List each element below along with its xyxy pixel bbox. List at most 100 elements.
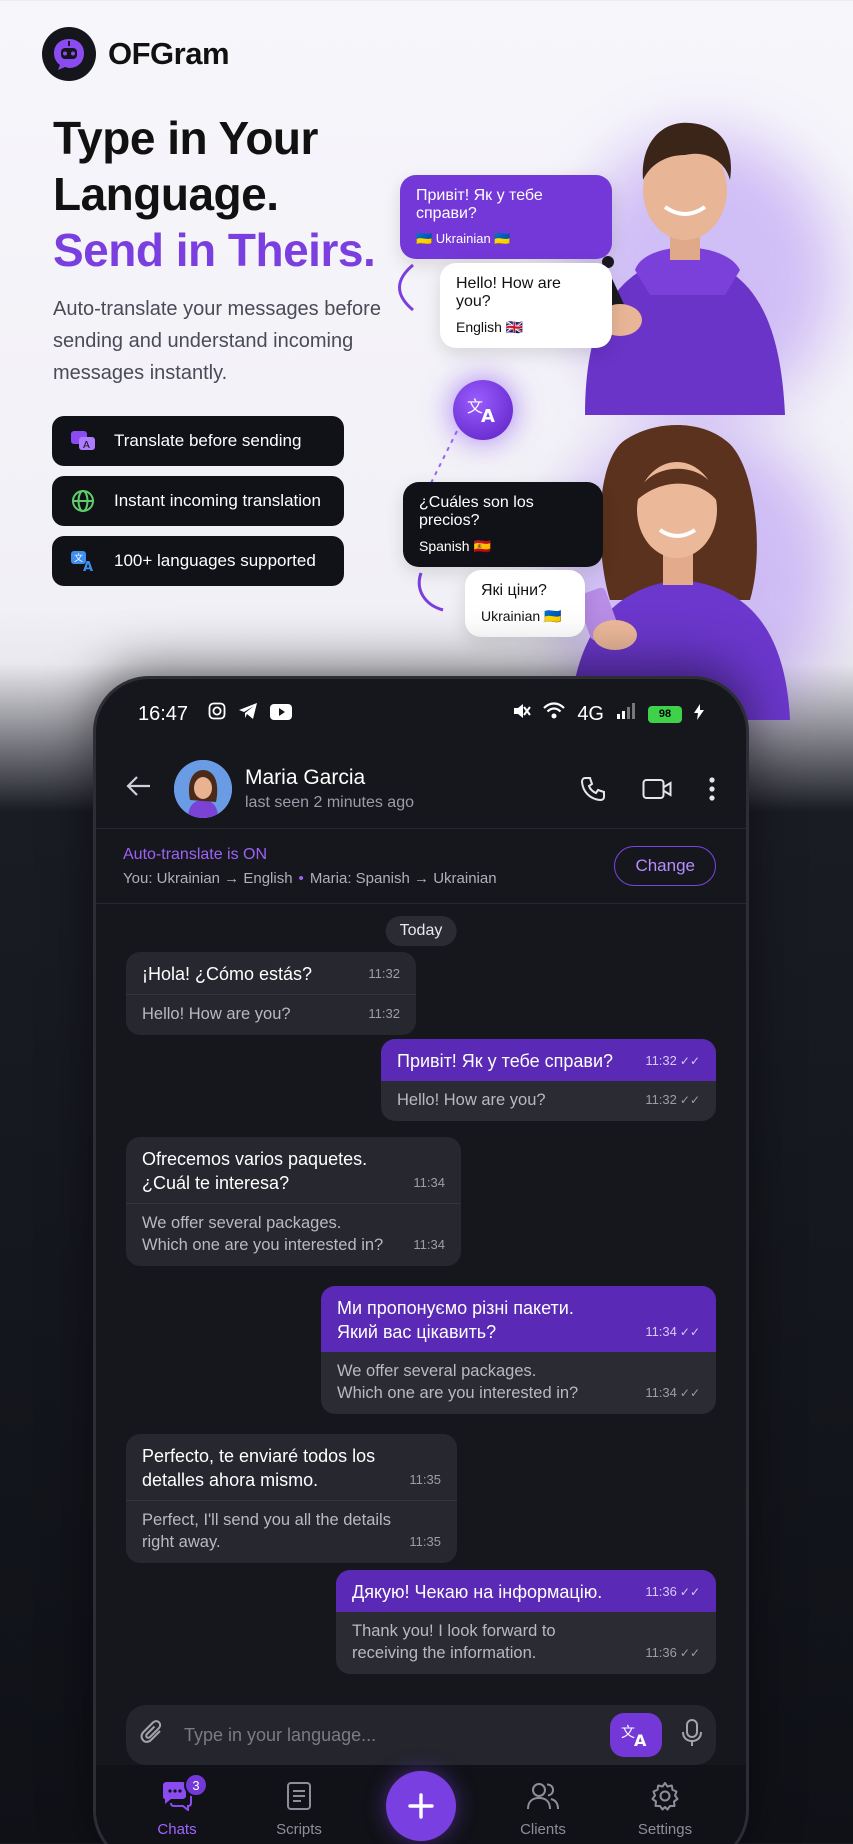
translate-chat-icon: A: [68, 429, 98, 453]
change-languages-button[interactable]: Change: [614, 846, 716, 886]
avatar[interactable]: [174, 759, 232, 818]
youtube-icon: [270, 703, 293, 726]
language-pairs: You: Ukrainian → English • Maria: Spanish …: [123, 870, 497, 887]
headline-accent: Send in Theirs.: [53, 224, 376, 276]
message-outgoing[interactable]: Ми пропонуємо різні пакети. Який вас цік…: [321, 1286, 716, 1414]
feature-list: A Translate before sending Instant incom…: [52, 416, 344, 586]
message-time: 11:32: [368, 966, 400, 981]
bubble-english: Hello! How are you? English 🇬🇧: [440, 263, 612, 348]
bubble-text: ¿Cuáles son los precios?: [419, 494, 534, 529]
svg-text:A: A: [634, 1731, 647, 1748]
nav-settings[interactable]: Settings: [620, 1781, 710, 1838]
feature-item: Instant incoming translation: [52, 476, 344, 526]
feature-item: A Translate before sending: [52, 416, 344, 466]
back-arrow-icon[interactable]: [126, 775, 152, 802]
users-icon: [527, 1781, 559, 1815]
mute-icon: [511, 701, 532, 727]
battery-indicator: 98: [648, 705, 682, 723]
date-separator: Today: [385, 916, 457, 946]
bubble-language: 🇺🇦 Ukrainian 🇺🇦: [416, 231, 511, 246]
chat-header: Maria Garcia last seen 2 minutes ago: [96, 749, 746, 829]
charging-icon: [694, 703, 704, 726]
nav-label: Scripts: [276, 1821, 322, 1838]
message-incoming[interactable]: Perfecto, te enviaré todos los detalles …: [126, 1434, 457, 1563]
nav-label: Chats: [157, 1821, 197, 1838]
message-translation: We offer several packages. Which one are…: [142, 1214, 384, 1254]
feature-label: 100+ languages supported: [114, 551, 316, 570]
gear-icon: [650, 1781, 680, 1815]
message-list[interactable]: Today ¡Hola! ¿Cómo estás? 11:32 Hello! Ho…: [96, 904, 746, 1753]
message-time: 11:32: [645, 1053, 677, 1068]
status-bar: 16:47 4G 98: [96, 679, 746, 749]
bubble-text: Які ціни?: [481, 582, 547, 599]
message-time: 11:34: [413, 1237, 445, 1252]
translate-button[interactable]: 文A: [610, 1713, 662, 1757]
brand-logo: OFGram: [42, 27, 230, 81]
language-pair-you: You: Ukrainian → English: [123, 869, 293, 887]
svg-text:文: 文: [621, 1725, 635, 1741]
svg-text:A: A: [83, 440, 90, 451]
message-time: 11:34: [645, 1324, 677, 1339]
message-incoming[interactable]: ¡Hola! ¿Cómo estás? 11:32 Hello! How are …: [126, 952, 416, 1035]
auto-translate-status: Auto-translate is ON: [123, 845, 268, 863]
network-label: 4G: [577, 702, 604, 725]
double-check-icon: ✓✓: [679, 1386, 700, 1400]
video-call-icon[interactable]: [642, 778, 672, 800]
svg-text:A: A: [83, 560, 93, 573]
nav-new[interactable]: [376, 1771, 466, 1841]
message-composer: 文A: [126, 1705, 716, 1765]
message-time: 11:36: [645, 1645, 677, 1660]
message-original: Perfecto, te enviaré todos los detalles …: [142, 1446, 376, 1490]
message-translation: Hello! How are you?: [397, 1091, 546, 1109]
nav-scripts[interactable]: Scripts: [254, 1781, 344, 1838]
auto-translate-banner: Auto-translate is ON You: Ukrainian → En…: [96, 829, 746, 904]
phone-frame: 16:47 4G 98 Maria Garcia last seen 2 min…: [93, 676, 749, 1844]
message-translation: Hello! How are you?: [142, 1005, 291, 1023]
feature-label: Translate before sending: [114, 431, 302, 450]
separator-dot: •: [298, 869, 304, 887]
message-time: 11:34: [645, 1385, 677, 1400]
message-incoming[interactable]: Ofrecemos varios paquetes. ¿Cuál te inte…: [126, 1137, 461, 1266]
feature-label: Instant incoming translation: [114, 491, 321, 510]
last-seen: last seen 2 minutes ago: [245, 793, 414, 811]
feature-item: 文A 100+ languages supported: [52, 536, 344, 586]
nav-chats[interactable]: 3 Chats: [132, 1773, 222, 1838]
svg-text:文: 文: [74, 552, 83, 564]
language-pair-contact: Maria: Spanish → Ukrainian: [309, 869, 497, 887]
bubble-language: Ukrainian 🇺🇦: [481, 608, 562, 624]
headline-line-1: Type in Your: [53, 112, 318, 164]
message-original: Привіт! Як у тебе справи?: [397, 1051, 614, 1071]
nav-label: Clients: [520, 1821, 566, 1838]
brand-name: OFGram: [108, 36, 230, 71]
instagram-icon: [208, 702, 226, 726]
bubble-language: Spanish 🇪🇸: [419, 538, 491, 554]
message-original: Дякую! Чекаю на інформацію.: [352, 1582, 603, 1602]
message-input[interactable]: [184, 1724, 610, 1746]
language-icon: 文A: [68, 549, 98, 573]
microphone-icon[interactable]: [682, 1718, 702, 1752]
plus-icon[interactable]: [386, 1771, 456, 1841]
svg-text:A: A: [481, 406, 495, 425]
message-time: 11:34: [413, 1175, 445, 1190]
double-check-icon: ✓✓: [679, 1093, 700, 1107]
message-original: ¡Hola! ¿Cómo estás?: [142, 964, 313, 984]
message-time: 11:35: [409, 1472, 441, 1487]
phone-icon[interactable]: [580, 776, 606, 802]
signal-icon: [616, 702, 636, 726]
chat-bot-icon: [42, 27, 96, 81]
bubble-text: Hello! How are you?: [456, 275, 561, 310]
more-options-icon[interactable]: [708, 776, 716, 801]
bubble-language: English 🇬🇧: [456, 319, 524, 335]
contact-name[interactable]: Maria Garcia: [245, 766, 414, 790]
message-time: 11:32: [645, 1092, 677, 1107]
message-translation: Perfect, I'll send you all the details r…: [142, 1511, 391, 1551]
message-outgoing[interactable]: Дякую! Чекаю на інформацію. 11:36 ✓✓ Thank…: [336, 1570, 716, 1674]
double-check-icon: ✓✓: [679, 1585, 700, 1599]
message-outgoing[interactable]: Привіт! Як у тебе справи? 11:32 ✓✓ Hello! …: [381, 1039, 716, 1121]
message-time: 11:35: [409, 1534, 441, 1549]
message-original: Ofrecemos varios paquetes. ¿Cuál te inte…: [142, 1149, 368, 1193]
unread-badge: 3: [184, 1773, 208, 1797]
paperclip-icon[interactable]: [140, 1719, 166, 1752]
message-time: 11:36: [645, 1584, 677, 1599]
nav-clients[interactable]: Clients: [498, 1781, 588, 1838]
